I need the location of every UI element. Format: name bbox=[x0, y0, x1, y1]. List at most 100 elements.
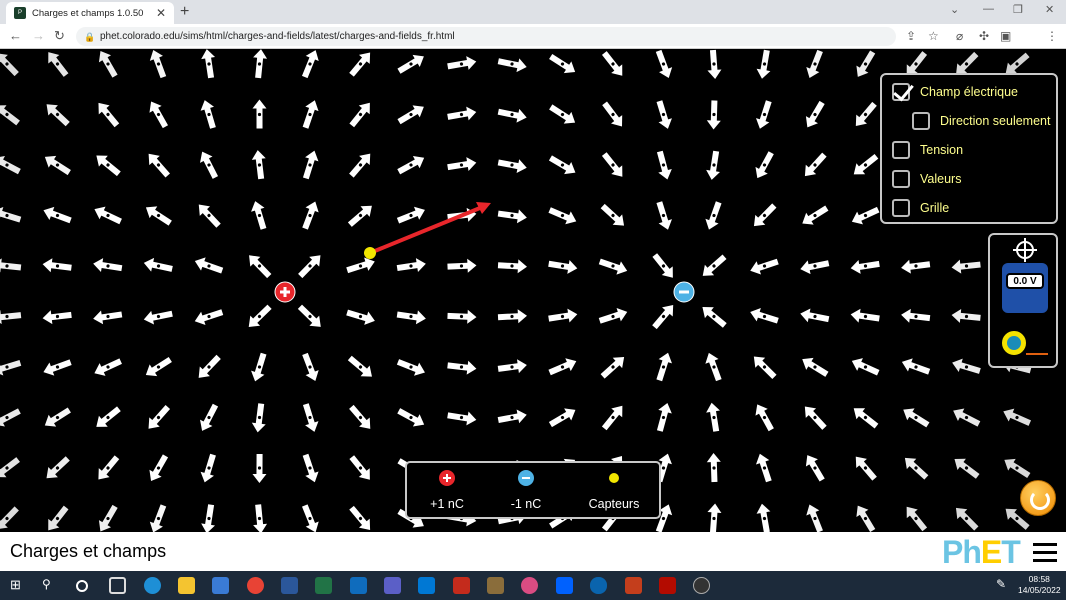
field-arrow bbox=[804, 152, 827, 177]
field-arrow bbox=[601, 51, 623, 76]
field-arrow bbox=[600, 356, 625, 379]
field-arrow bbox=[548, 358, 577, 376]
field-arrow bbox=[98, 504, 118, 532]
measuring-tape-icon[interactable] bbox=[1002, 331, 1026, 355]
field-arrow bbox=[598, 258, 628, 275]
back-icon[interactable]: ← bbox=[9, 28, 22, 43]
phet-favicon-icon: P bbox=[14, 7, 26, 19]
photos-icon[interactable] bbox=[418, 577, 435, 594]
sensor-source[interactable] bbox=[609, 473, 619, 483]
maximize-icon[interactable]: ❐ bbox=[1013, 3, 1023, 16]
edge-icon[interactable] bbox=[144, 577, 161, 594]
field-arrow bbox=[447, 258, 477, 273]
bookmark-star-icon[interactable]: ☆ bbox=[928, 29, 939, 43]
voltmeter-crosshair-icon[interactable] bbox=[1013, 238, 1037, 262]
field-arrow bbox=[805, 455, 825, 482]
voltmeter-reading: 0.0 V bbox=[1006, 273, 1044, 289]
direction-only-option[interactable]: Direction seulement bbox=[912, 112, 1050, 130]
field-arrow bbox=[598, 307, 628, 324]
task-view-icon[interactable] bbox=[109, 577, 126, 594]
paint-icon[interactable] bbox=[521, 577, 538, 594]
field-arrow bbox=[705, 201, 722, 230]
sensors-label: Capteurs bbox=[588, 497, 640, 511]
electric-field-option[interactable]: Champ électrique bbox=[892, 83, 1018, 101]
system-clock[interactable]: 08:58 14/05/2022 bbox=[1018, 574, 1061, 596]
phet-logo[interactable]: PhET bbox=[942, 534, 1021, 571]
voltage-checkbox[interactable] bbox=[892, 141, 910, 159]
reset-all-button[interactable] bbox=[1020, 480, 1056, 516]
url-field[interactable]: 🔒 phet.colorado.edu/sims/html/charges-an… bbox=[76, 27, 896, 46]
electric-field-checkbox[interactable] bbox=[892, 83, 910, 101]
cortana-icon[interactable] bbox=[76, 580, 88, 592]
field-arrow bbox=[853, 153, 879, 175]
field-arrow bbox=[0, 258, 22, 273]
grid-option[interactable]: Grille bbox=[892, 199, 949, 217]
voltage-option[interactable]: Tension bbox=[892, 141, 963, 159]
positive-charge-source[interactable] bbox=[439, 470, 455, 486]
field-arrow bbox=[850, 308, 880, 323]
field-arrow bbox=[0, 156, 21, 175]
app-red-icon[interactable] bbox=[453, 577, 470, 594]
start-icon[interactable]: ⊞ bbox=[10, 577, 27, 594]
field-arrow bbox=[707, 503, 722, 532]
phet-menu-icon[interactable] bbox=[1033, 543, 1057, 563]
browser-tab-bar: P Charges et champs 1.0.50 ✕ + ⌄ — ❐ ✕ bbox=[0, 0, 1066, 24]
share-icon[interactable]: ⇪ bbox=[906, 29, 916, 43]
field-arrow bbox=[46, 456, 70, 479]
field-arrow bbox=[600, 203, 625, 226]
pen-icon[interactable]: ✎ bbox=[996, 577, 1013, 594]
powerpoint-icon[interactable] bbox=[625, 577, 642, 594]
field-arrow bbox=[98, 455, 120, 480]
direction-only-checkbox[interactable] bbox=[912, 112, 930, 130]
voltmeter-tool[interactable]: 0.0 V bbox=[1002, 263, 1048, 313]
dropbox-icon[interactable] bbox=[556, 577, 573, 594]
field-arrow bbox=[802, 357, 829, 377]
tab-close-icon[interactable]: ✕ bbox=[156, 6, 166, 20]
tab-search-icon[interactable]: ⌄ bbox=[950, 3, 959, 16]
onedrive-icon[interactable] bbox=[590, 577, 607, 594]
negative-charge[interactable] bbox=[673, 281, 695, 303]
store-icon[interactable] bbox=[212, 577, 229, 594]
recorder-icon[interactable] bbox=[693, 577, 710, 594]
simulation-area[interactable]: Champ électrique Direction seulement Ten… bbox=[0, 49, 1066, 532]
chrome-icon[interactable] bbox=[247, 577, 264, 594]
forward-icon[interactable]: → bbox=[32, 28, 45, 43]
library-icon[interactable] bbox=[487, 577, 504, 594]
field-arrow bbox=[0, 408, 21, 427]
excel-icon[interactable] bbox=[315, 577, 332, 594]
menu-kebab-icon[interactable]: ⋮ bbox=[1046, 29, 1058, 43]
grid-checkbox[interactable] bbox=[892, 199, 910, 217]
new-tab-button[interactable]: + bbox=[180, 3, 189, 21]
field-arrow bbox=[548, 308, 578, 323]
puzzle-icon[interactable]: ✣ bbox=[979, 29, 989, 43]
search-icon[interactable]: ⚲ bbox=[42, 577, 59, 594]
field-arrow bbox=[397, 155, 425, 175]
windows-taskbar: ⊞ ⚲ ✎ 08:58 14/05/2022 bbox=[0, 571, 1066, 600]
placed-sensor[interactable] bbox=[364, 247, 376, 259]
field-arrow bbox=[656, 201, 672, 230]
field-arrow bbox=[1003, 408, 1032, 426]
values-checkbox[interactable] bbox=[892, 170, 910, 188]
positive-charge[interactable] bbox=[274, 281, 296, 303]
teams-icon[interactable] bbox=[384, 577, 401, 594]
field-arrow bbox=[302, 504, 319, 532]
acrobat-icon[interactable] bbox=[659, 577, 676, 594]
reload-icon[interactable]: ↻ bbox=[54, 28, 65, 44]
field-arrow bbox=[954, 458, 980, 479]
field-arrow bbox=[753, 203, 777, 227]
minimize-icon[interactable]: — bbox=[983, 3, 994, 15]
file-explorer-icon[interactable] bbox=[178, 577, 195, 594]
extension-icon[interactable]: ⌀ bbox=[956, 29, 963, 43]
field-arrow bbox=[143, 257, 173, 272]
negative-charge-source[interactable] bbox=[518, 470, 534, 486]
values-option[interactable]: Valeurs bbox=[892, 170, 961, 188]
word-icon[interactable] bbox=[281, 577, 298, 594]
voltage-label: Tension bbox=[920, 143, 964, 157]
field-arrow bbox=[42, 258, 72, 273]
field-arrow bbox=[200, 151, 219, 179]
close-window-icon[interactable]: ✕ bbox=[1045, 3, 1054, 16]
sidepanel-icon[interactable]: ▣ bbox=[1000, 29, 1011, 43]
field-arrow bbox=[800, 260, 830, 275]
browser-tab[interactable]: P Charges et champs 1.0.50 ✕ bbox=[6, 2, 174, 24]
mail-icon[interactable] bbox=[350, 577, 367, 594]
